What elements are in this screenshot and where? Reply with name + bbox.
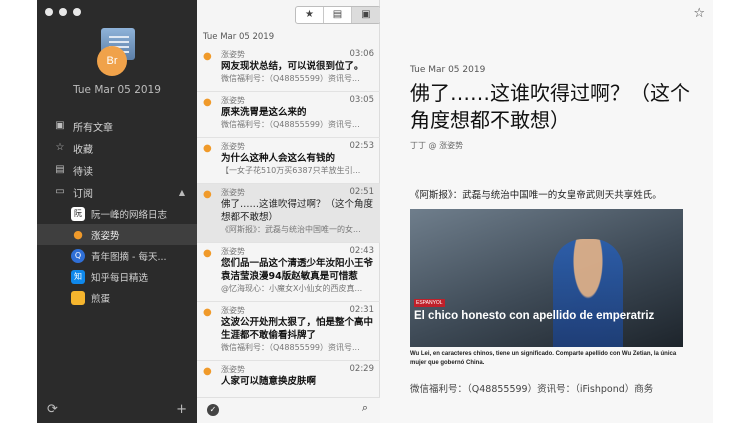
image-caption: Wu Lei, en caracteres chinos, tiene un s…: [410, 351, 677, 366]
document-icon: ▤: [55, 164, 65, 175]
item-time: 03:06: [349, 49, 375, 59]
item-title: 您们品一品这个清透少年汝阳小王爷袁洁莹浪漫94版赵敏真是可惜惹: [221, 258, 374, 282]
item-excerpt: 微信福利号：（Q48855599）资讯号...: [221, 343, 360, 352]
jiandan-icon: [71, 290, 85, 305]
view-segmented-control: ★ ▤ ▣: [295, 6, 381, 24]
article-list: ● 涨姿势 03:06 网友现状总结，可以说很到位了。 微信福利号：（Q4885…: [197, 46, 380, 407]
item-excerpt: 微信福利号：（Q48855599）资讯号...: [221, 74, 360, 83]
sidebar-footer: ⟳ +: [47, 402, 187, 417]
subscription-item-ruanyifeng[interactable]: 阮 阮一峰的网络日志: [37, 203, 197, 224]
flame-icon: ●: [73, 228, 83, 241]
flame-icon: ●: [203, 307, 212, 318]
sidebar-nav: ▣ 所有文章 ☆ 收藏 ▤ 待读 ▭ 订阅 ▲ 阮 阮一峰的网络日志 ● 涨姿势…: [37, 115, 197, 308]
flame-icon: ●: [203, 189, 212, 200]
item-title: 人家可以随意换皮肤啊: [221, 376, 317, 387]
sidebar-item-label: 收藏: [73, 144, 93, 156]
subscription-label: 煎蛋: [91, 293, 111, 305]
item-time: 02:29: [349, 364, 375, 374]
subscription-label: 青年图摘 - 每天...: [91, 251, 167, 263]
flame-icon: ●: [203, 248, 212, 259]
flame-icon: ●: [203, 143, 212, 154]
chevron-up-icon[interactable]: ▲: [179, 188, 185, 197]
list-item[interactable]: ● 涨姿势 02:31 这波公开处刑太狠了，怕是整个高中生涯都不敢偷看抖牌了 微…: [197, 302, 380, 361]
app-badge: Br: [97, 46, 127, 76]
image-headline: El chico honesto con apellido de emperat…: [414, 310, 655, 322]
flame-icon: ●: [203, 51, 212, 62]
list-item[interactable]: ● 涨姿势 02:53 为什么这种人会这么有钱的 【一女子花510万买6387只…: [197, 138, 380, 184]
search-icon[interactable]: ⌕: [362, 401, 368, 415]
article-list-pane: ★ ▤ ▣ Tue Mar 05 2019 ● 涨姿势 03:06 网友现状总结…: [197, 0, 381, 423]
add-icon[interactable]: +: [176, 402, 187, 417]
sidebar-item-label: 待读: [73, 166, 93, 178]
subscription-item-zhangzishi[interactable]: ● 涨姿势: [37, 224, 197, 245]
item-time: 02:43: [349, 246, 375, 256]
article-lead: 《阿斯报》：武磊与统治中国唯一的女皇帝武则天共享姓氏。: [410, 190, 662, 201]
item-title: 这波公开处刑太狠了，怕是整个高中生涯都不敢偷看抖牌了: [221, 317, 374, 341]
item-excerpt: 微信福利号：（Q48855599）资讯号...: [221, 120, 360, 129]
item-time: 02:51: [349, 187, 375, 197]
sidebar-date: Tue Mar 05 2019: [73, 84, 161, 96]
document-icon[interactable]: ▤: [324, 7, 352, 23]
item-title: 为什么这种人会这么有钱的: [221, 153, 336, 164]
article-pane: ☆ Tue Mar 05 2019 佛了……这谁吹得过啊？（这个角度想都不敢想）…: [380, 0, 713, 423]
star-icon[interactable]: ☆: [693, 6, 705, 21]
item-time: 02:53: [349, 141, 375, 151]
inbox-icon: ▣: [55, 120, 65, 131]
subscription-item-zhihu[interactable]: 知 知乎每日精选: [37, 266, 197, 287]
item-excerpt: 《阿斯报》：武磊与统治中国唯一的女...: [221, 225, 361, 234]
sidebar-item-starred[interactable]: ☆ 收藏: [37, 137, 197, 159]
article-author: 丁丁 @ 涨姿势: [410, 141, 464, 150]
app-logo: Br: [97, 28, 139, 78]
sidebar-item-all-articles[interactable]: ▣ 所有文章: [37, 115, 197, 137]
subscription-label: 涨姿势: [91, 230, 120, 242]
star-icon: ☆: [55, 142, 65, 153]
item-time: 02:31: [349, 305, 375, 315]
subscription-label: 知乎每日精选: [91, 272, 149, 284]
sidebar-item-subscriptions[interactable]: ▭ 订阅 ▲: [37, 181, 197, 203]
reader-icon[interactable]: ▣: [352, 7, 380, 23]
subscription-label: 阮一峰的网络日志: [91, 209, 168, 221]
subscription-item-qingnian[interactable]: Q 青年图摘 - 每天...: [37, 245, 197, 266]
article-title: 佛了……这谁吹得过啊？（这个角度想都不敢想）: [410, 81, 690, 132]
sidebar-item-label: 所有文章: [73, 122, 113, 134]
list-item-selected[interactable]: ● 涨姿势 02:51 佛了……这谁吹得过啊？（这个角度想都不敢想） 《阿斯报》…: [197, 184, 380, 243]
item-title: 原来洗胃是这么来的: [221, 107, 307, 118]
zoom-window-button[interactable]: [73, 8, 81, 16]
article-image: ESPANYOL El chico honesto con apellido d…: [410, 209, 683, 347]
flame-icon: ●: [203, 97, 212, 108]
qingnian-icon: Q: [71, 248, 85, 263]
subscription-item-jiandan[interactable]: 煎蛋: [37, 287, 197, 308]
mark-read-icon[interactable]: ✓: [207, 404, 219, 416]
minimize-window-button[interactable]: [59, 8, 67, 16]
item-title: 网友现状总结，可以说很到位了。: [221, 61, 364, 72]
sidebar-item-read-later[interactable]: ▤ 待读: [37, 159, 197, 181]
folder-icon: ▭: [55, 186, 65, 197]
ruanyifeng-icon: 阮: [71, 206, 85, 221]
list-footer: ✓ ⌕: [197, 397, 380, 423]
sidebar: Br Tue Mar 05 2019 ▣ 所有文章 ☆ 收藏 ▤ 待读 ▭ 订阅…: [37, 0, 197, 423]
list-item[interactable]: ● 涨姿势 02:43 您们品一品这个清透少年汝阳小王爷袁洁莹浪漫94版赵敏真是…: [197, 243, 380, 302]
article-footer-text: 微信福利号：（Q48855599）资讯号：（iFishpond）商务: [410, 384, 654, 395]
item-title: 佛了……这谁吹得过啊？（这个角度想都不敢想）: [221, 199, 374, 223]
refresh-icon[interactable]: ⟳: [47, 402, 58, 417]
article-date: Tue Mar 05 2019: [410, 65, 486, 75]
sidebar-item-label: 订阅: [73, 188, 93, 200]
item-time: 03:05: [349, 95, 375, 105]
image-tag: ESPANYOL: [414, 299, 445, 307]
item-excerpt: @忆海现心：小魔女X小仙女的西皮真...: [221, 284, 363, 293]
window-controls: [45, 8, 81, 16]
list-item[interactable]: ● 涨姿势 03:06 网友现状总结，可以说很到位了。 微信福利号：（Q4885…: [197, 46, 380, 92]
list-date-header: Tue Mar 05 2019: [203, 32, 275, 42]
zhihu-icon: 知: [71, 269, 85, 284]
list-item[interactable]: ● 涨姿势 03:05 原来洗胃是这么来的 微信福利号：（Q48855599）资…: [197, 92, 380, 138]
star-icon[interactable]: ★: [296, 7, 324, 23]
close-window-button[interactable]: [45, 8, 53, 16]
app-window: Br Tue Mar 05 2019 ▣ 所有文章 ☆ 收藏 ▤ 待读 ▭ 订阅…: [37, 0, 713, 423]
item-excerpt: 【一女子花510万买6387只羊放生引...: [221, 166, 361, 175]
player-photo: [553, 239, 623, 347]
flame-icon: ●: [203, 366, 212, 377]
